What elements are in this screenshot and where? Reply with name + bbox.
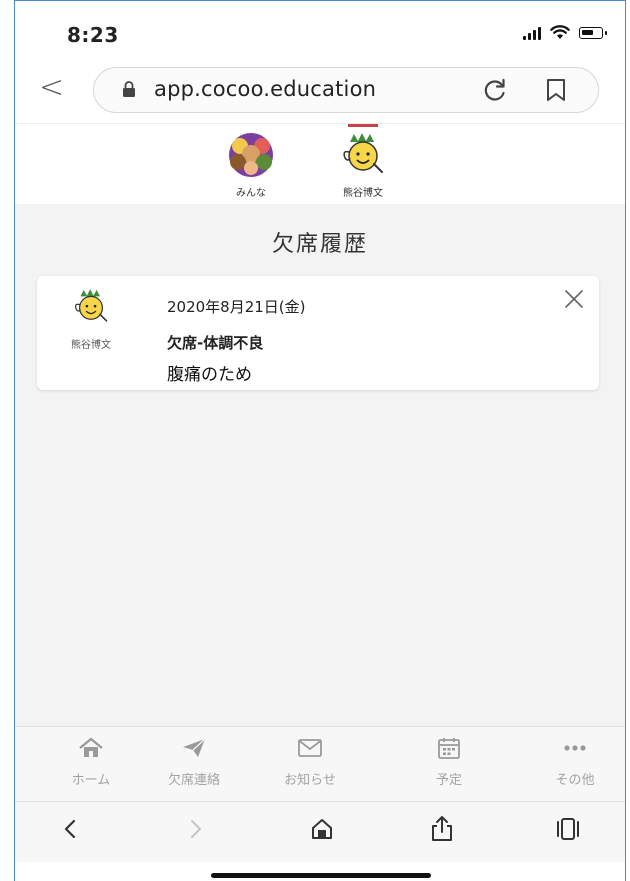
tab-more[interactable]: その他: [525, 737, 625, 788]
tab-label: お知らせ: [284, 773, 336, 788]
student-name: 熊谷博文: [71, 340, 111, 351]
profile-child[interactable]: 熊谷博文: [323, 124, 403, 199]
paper-plane-icon: [183, 738, 206, 757]
browser-address-bar: < app.cocoo.education: [15, 63, 625, 123]
wifi-icon: [550, 25, 570, 39]
tab-label: 欠席連絡: [167, 773, 220, 788]
child-avatar-icon: [75, 289, 108, 322]
absence-reason: 欠席-体調不良: [167, 334, 264, 352]
group-avatar-icon: [229, 133, 273, 177]
profile-everyone[interactable]: みんな: [211, 132, 291, 199]
profile-label: 熊谷博文: [343, 188, 383, 199]
child-avatar-icon: [343, 133, 383, 173]
share-icon[interactable]: [427, 814, 457, 844]
tab-notices[interactable]: お知らせ: [260, 737, 360, 788]
back-chevron-icon[interactable]: <: [39, 73, 64, 103]
battery-icon: [579, 26, 607, 39]
mail-icon: [298, 739, 322, 757]
url-field[interactable]: app.cocoo.education: [93, 67, 599, 113]
absence-note: 腹痛のため: [167, 365, 252, 385]
url-text: app.cocoo.education: [154, 77, 377, 101]
status-icons: [523, 25, 607, 40]
home-indicator[interactable]: [211, 873, 431, 878]
status-time: 8:23: [67, 23, 119, 47]
absence-history-page: 欠席履歴 熊谷博文 2020年8月21日(金) 欠席-体調不良 腹痛のため: [15, 204, 625, 726]
phone-screen: 8:23 < app.cocoo.education みんな 熊谷博文 欠席履歴…: [14, 0, 626, 881]
tab-label: その他: [555, 773, 595, 788]
reload-icon[interactable]: [482, 77, 508, 103]
tab-schedule[interactable]: 予定: [399, 737, 499, 788]
absence-date: 2020年8月21日(金): [167, 298, 306, 316]
lock-icon: [123, 81, 135, 97]
absence-record-card[interactable]: 熊谷博文 2020年8月21日(金) 欠席-体調不良 腹痛のため: [37, 276, 599, 390]
home-icon: [79, 737, 103, 757]
home-screen-icon[interactable]: [307, 814, 337, 844]
tab-label: ホーム: [71, 773, 111, 788]
signal-icon: [523, 26, 541, 40]
more-icon: [564, 745, 586, 751]
browser-back-icon[interactable]: [55, 814, 85, 844]
profile-label: みんな: [236, 188, 266, 199]
close-icon[interactable]: [563, 288, 585, 310]
tabs-icon[interactable]: [553, 814, 583, 844]
bookmark-icon[interactable]: [546, 78, 566, 102]
app-tab-bar: ホーム 欠席連絡 お知らせ 予定 その他: [15, 726, 625, 802]
tab-home[interactable]: ホーム: [41, 737, 141, 788]
browser-toolbar: [15, 801, 625, 862]
tab-absence-contact[interactable]: 欠席連絡: [144, 737, 244, 788]
active-profile-indicator: [348, 124, 378, 127]
calendar-icon: [438, 738, 460, 759]
status-bar: 8:23: [15, 1, 625, 63]
profile-switcher: みんな 熊谷博文: [15, 123, 625, 205]
student-avatar: 熊谷博文: [61, 288, 121, 351]
page-title: 欠席履歴: [271, 232, 368, 257]
browser-forward-icon[interactable]: [181, 814, 211, 844]
tab-label: 予定: [435, 773, 462, 788]
